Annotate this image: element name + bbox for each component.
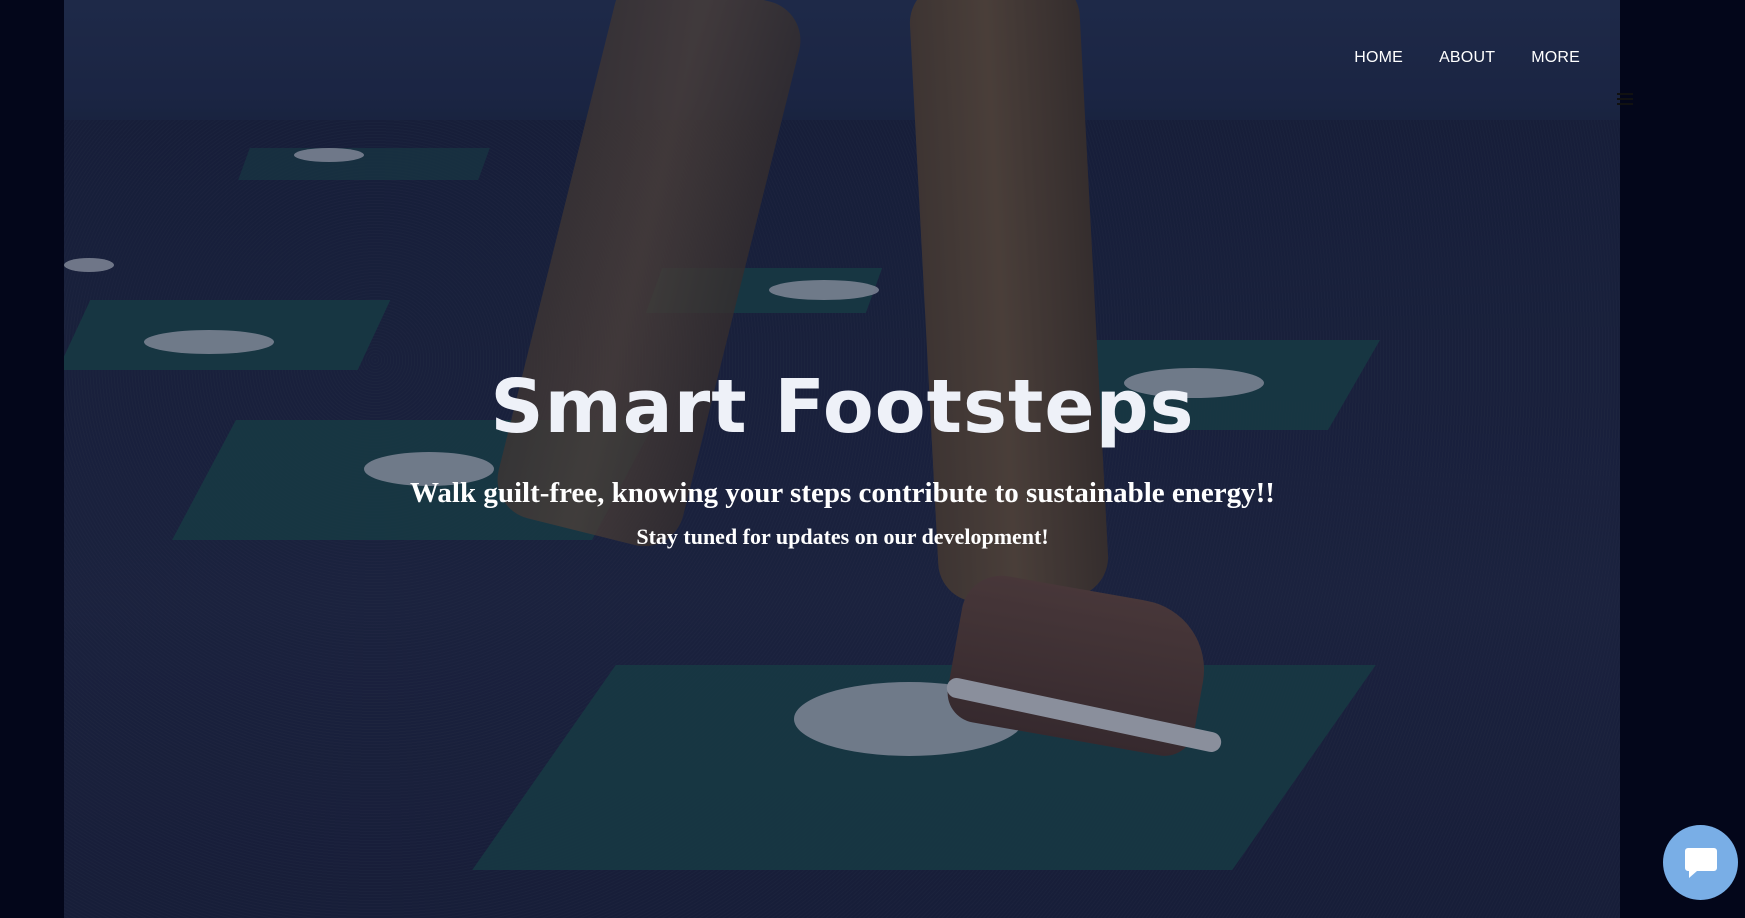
chat-button[interactable] xyxy=(1663,825,1738,900)
nav-about-link[interactable]: ABOUT xyxy=(1439,49,1495,67)
top-navigation: HOME ABOUT MORE xyxy=(1354,49,1580,67)
hero-background xyxy=(64,0,1620,918)
hamburger-bar xyxy=(1617,103,1633,105)
hero-subtitle: Walk guilt-free, knowing your steps cont… xyxy=(410,477,1275,509)
hamburger-icon[interactable] xyxy=(1617,93,1633,105)
hamburger-bar xyxy=(1617,98,1633,100)
chat-bubble-icon xyxy=(1684,847,1717,878)
nav-more-link[interactable]: MORE xyxy=(1531,49,1580,67)
hero-tagline: Stay tuned for updates on our developmen… xyxy=(636,524,1049,549)
page: HOME ABOUT MORE Smart Footsteps Walk gui… xyxy=(0,0,1745,918)
hero-dark-overlay xyxy=(64,0,1620,918)
hero-title: Smart Footsteps xyxy=(490,364,1195,450)
nav-home-link[interactable]: HOME xyxy=(1354,49,1403,67)
hamburger-bar xyxy=(1617,93,1633,95)
